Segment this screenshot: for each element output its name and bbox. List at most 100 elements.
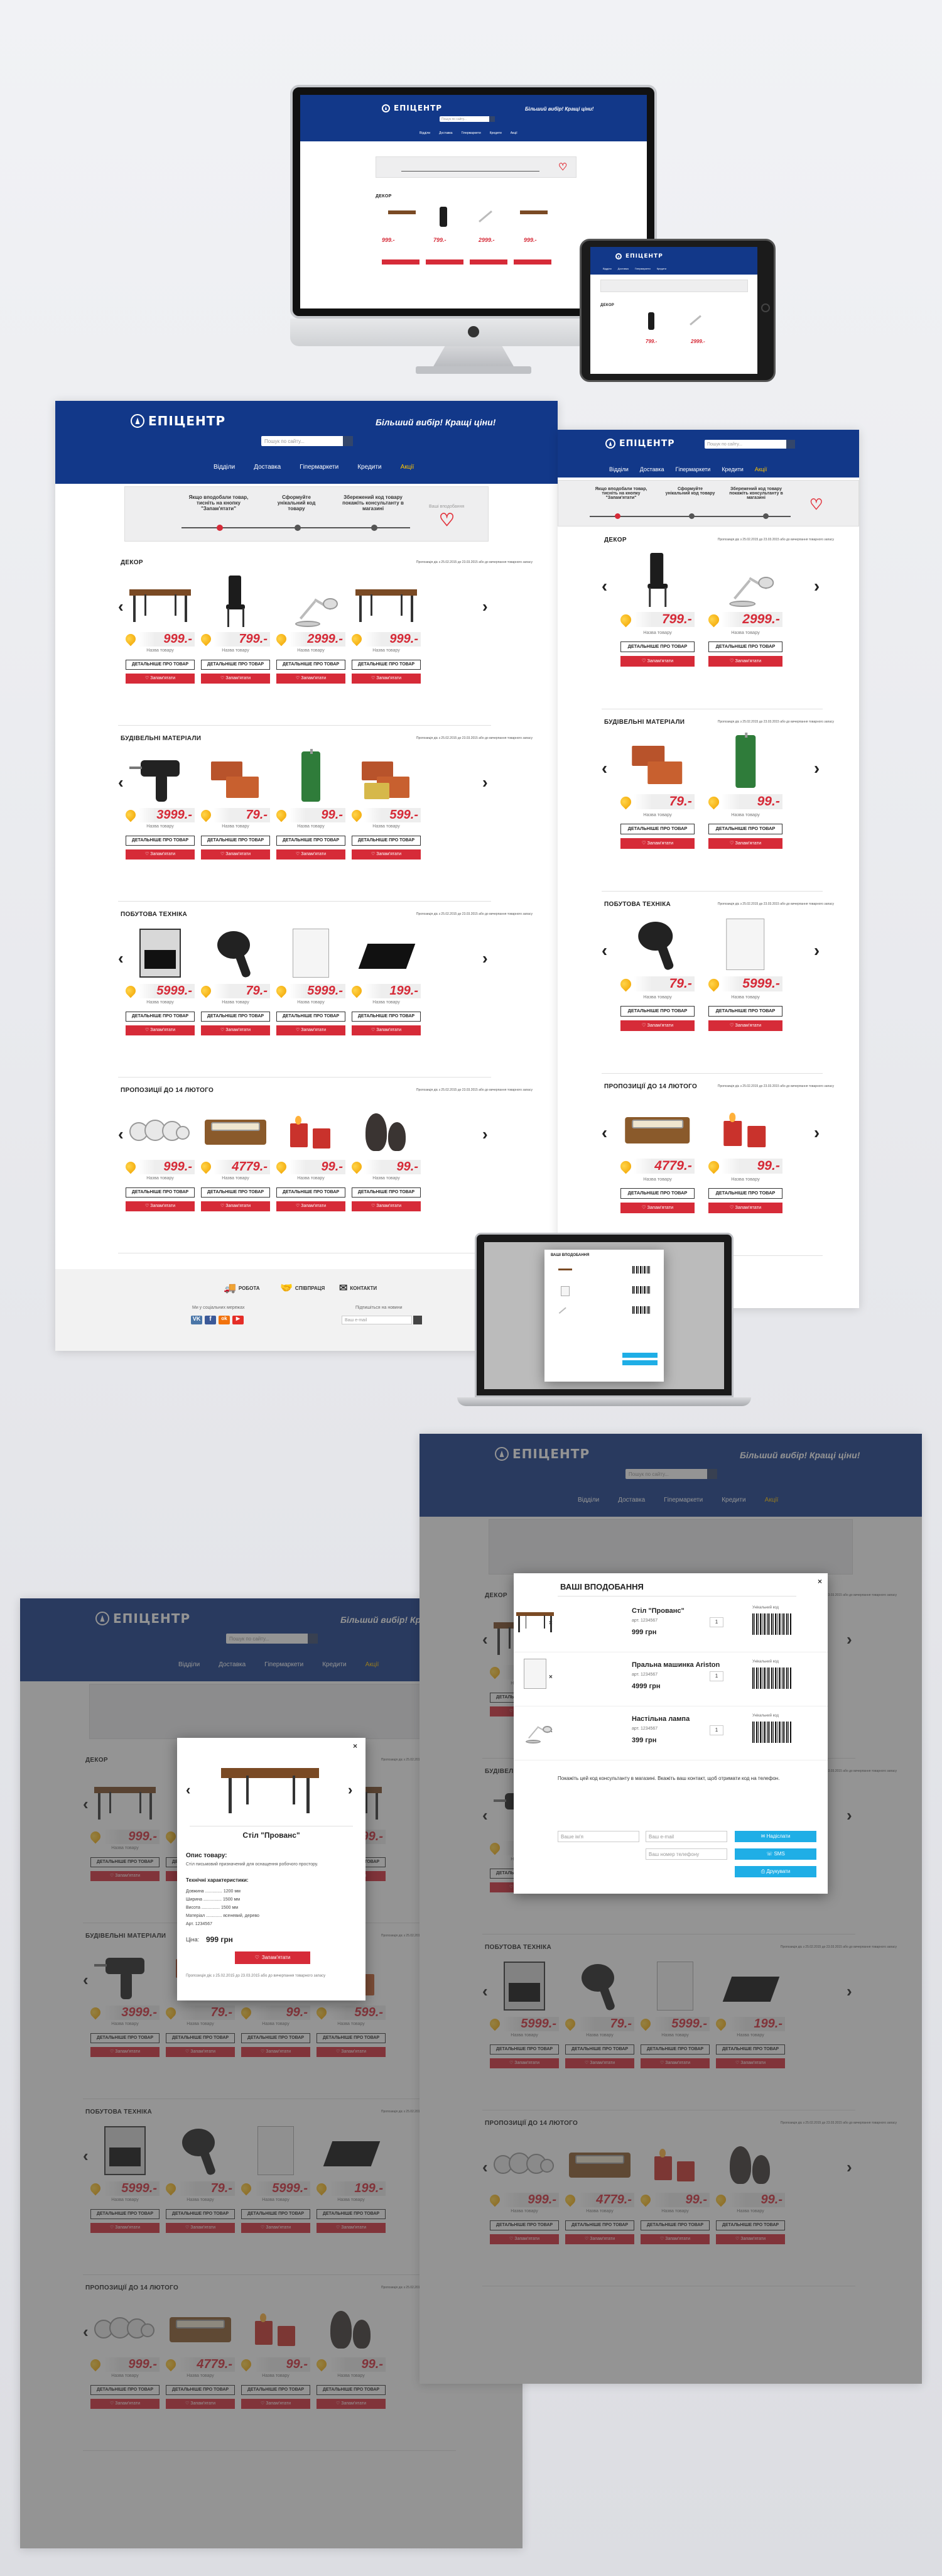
nav-hypermarkets[interactable]: Гіпермаркети xyxy=(675,466,710,472)
nav-delivery[interactable]: Доставка xyxy=(640,466,664,472)
detail-button[interactable]: ДЕТАЛЬНІШЕ ПРО ТОВАР xyxy=(352,1187,421,1198)
nav-departments[interactable]: Відділи xyxy=(609,466,629,472)
tablet-search-input[interactable]: Пошук по сайту... xyxy=(705,440,795,449)
remember-button[interactable]: ♡ Запам'ятати xyxy=(235,1951,310,1964)
carousel-next-icon[interactable]: › xyxy=(482,773,488,792)
imac-search-input[interactable]: Пошук по сайту... xyxy=(440,116,495,122)
nav-hypermarkets[interactable]: Гіпермаркети xyxy=(300,464,338,471)
detail-button[interactable]: ДЕТАЛЬНІШЕ ПРО ТОВАР xyxy=(708,641,782,652)
subscribe-input[interactable]: Ваш e-mail xyxy=(342,1316,412,1324)
detail-button[interactable]: ДЕТАЛЬНІШЕ ПРО ТОВАР xyxy=(620,641,695,652)
nav-credits[interactable]: Кредити xyxy=(490,131,502,135)
name-input[interactable]: Ваше ім'я xyxy=(558,1831,639,1842)
detail-button[interactable]: ДЕТАЛЬНІШЕ ПРО ТОВАР xyxy=(708,823,782,834)
remember-button[interactable]: ♡ Запам'ятати xyxy=(126,849,195,860)
remember-button[interactable]: ♡ Запам'ятати xyxy=(126,1025,195,1035)
desktop-logo[interactable]: ЕПІЦЕНТР xyxy=(131,413,225,428)
send-button[interactable]: ✉ Надіслати xyxy=(735,1831,816,1842)
remember-button[interactable]: ♡ Запам'ятати xyxy=(276,1201,345,1211)
wishlist-heart-icon[interactable]: ♡ xyxy=(439,510,455,530)
quantity-stepper[interactable]: 1 xyxy=(710,1725,723,1735)
remove-item-icon[interactable]: × xyxy=(549,1674,553,1681)
prev-arrow-icon[interactable]: ‹ xyxy=(186,1782,190,1798)
detail-button[interactable]: ДЕТАЛЬНІШЕ ПРО ТОВАР xyxy=(276,836,345,846)
carousel-next-icon[interactable]: › xyxy=(482,597,488,616)
detail-button[interactable]: ДЕТАЛЬНІШЕ ПРО ТОВАР xyxy=(620,1005,695,1017)
desktop-search-input[interactable]: Пошук по сайту... xyxy=(261,436,353,446)
detail-button[interactable]: ДЕТАЛЬНІШЕ ПРО ТОВАР xyxy=(201,836,270,846)
nav-credits[interactable]: Кредити xyxy=(357,464,381,471)
nav-sales[interactable]: Акції xyxy=(755,466,767,472)
detail-button[interactable]: ДЕТАЛЬНІШЕ ПРО ТОВАР xyxy=(708,1005,782,1017)
remember-button[interactable]: ♡ Запам'ятати xyxy=(276,674,345,684)
carousel-prev-icon[interactable]: ‹ xyxy=(118,773,124,792)
carousel-prev-icon[interactable]: ‹ xyxy=(118,597,124,616)
detail-button[interactable]: ДЕТАЛЬНІШЕ ПРО ТОВАР xyxy=(126,836,195,846)
remember-button[interactable]: ♡ Запам'ятати xyxy=(620,1203,695,1213)
remember-button[interactable]: ♡ Запам'ятати xyxy=(620,656,695,667)
carousel-prev-icon[interactable]: ‹ xyxy=(602,576,607,596)
detail-button[interactable]: ДЕТАЛЬНІШЕ ПРО ТОВАР xyxy=(708,1187,782,1199)
sms-button[interactable]: ☏ SMS xyxy=(735,1848,816,1860)
detail-button[interactable]: ДЕТАЛЬНІШЕ ПРО ТОВАР xyxy=(201,1012,270,1022)
detail-button[interactable]: ДЕТАЛЬНІШЕ ПРО ТОВАР xyxy=(276,1012,345,1022)
close-icon[interactable]: × xyxy=(353,1742,357,1750)
phone-input[interactable]: Ваш номер телефону xyxy=(646,1848,727,1860)
remember-button[interactable]: ♡ Запам'ятати xyxy=(708,656,782,667)
carousel-prev-icon[interactable]: ‹ xyxy=(118,949,124,968)
remember-button[interactable]: ♡ Запам'ятати xyxy=(708,1203,782,1213)
quantity-stepper[interactable]: 1 xyxy=(710,1671,723,1681)
remember-button[interactable]: ♡ Запам'ятати xyxy=(276,1025,345,1035)
detail-button[interactable]: ДЕТАЛЬНІШЕ ПРО ТОВАР xyxy=(620,1187,695,1199)
carousel-prev-icon[interactable]: ‹ xyxy=(602,1123,607,1143)
detail-button[interactable]: ДЕТАЛЬНІШЕ ПРО ТОВАР xyxy=(126,1012,195,1022)
carousel-prev-icon[interactable]: ‹ xyxy=(118,1125,124,1144)
detail-button[interactable]: ДЕТАЛЬНІШЕ ПРО ТОВАР xyxy=(126,660,195,670)
nav-delivery[interactable]: Доставка xyxy=(439,131,452,135)
carousel-next-icon[interactable]: › xyxy=(814,941,820,961)
footer-link-work[interactable]: 🚚 РОБОТА xyxy=(224,1282,260,1294)
detail-button[interactable]: ДЕТАЛЬНІШЕ ПРО ТОВАР xyxy=(126,1187,195,1198)
carousel-prev-icon[interactable]: ‹ xyxy=(602,941,607,961)
remember-button[interactable]: ♡ Запам'ятати xyxy=(201,849,270,860)
remember-button[interactable]: ♡ Запам'ятати xyxy=(352,849,421,860)
remember-button[interactable]: ♡ Запам'ятати xyxy=(620,838,695,849)
vk-icon[interactable]: VK xyxy=(191,1316,202,1324)
detail-button[interactable]: ДЕТАЛЬНІШЕ ПРО ТОВАР xyxy=(352,836,421,846)
nav-hypermarkets[interactable]: Гіпермаркети xyxy=(462,131,481,135)
nav-departments[interactable]: Відділи xyxy=(214,464,235,471)
detail-button[interactable]: ДЕТАЛЬНІШЕ ПРО ТОВАР xyxy=(352,660,421,670)
email-input[interactable]: Ваш e-mail xyxy=(646,1831,727,1842)
remember-button[interactable]: ♡ Запам'ятати xyxy=(201,674,270,684)
nav-delivery[interactable]: Доставка xyxy=(254,464,281,471)
carousel-next-icon[interactable]: › xyxy=(814,758,820,778)
search-icon[interactable] xyxy=(343,436,353,446)
detail-button[interactable]: ДЕТАЛЬНІШЕ ПРО ТОВАР xyxy=(620,823,695,834)
detail-button[interactable]: ДЕТАЛЬНІШЕ ПРО ТОВАР xyxy=(352,1012,421,1022)
remember-button[interactable]: ♡ Запам'ятати xyxy=(352,1025,421,1035)
remember-button[interactable]: ♡ Запам'ятати xyxy=(201,1025,270,1035)
remember-button[interactable]: ♡ Запам'ятати xyxy=(126,674,195,684)
footer-link-contacts[interactable]: ✉ КОНТАКТИ xyxy=(339,1282,377,1294)
subscribe-button[interactable] xyxy=(413,1316,422,1324)
carousel-next-icon[interactable]: › xyxy=(814,576,820,596)
search-icon[interactable] xyxy=(786,440,795,449)
carousel-prev-icon[interactable]: ‹ xyxy=(602,758,607,778)
facebook-icon[interactable]: f xyxy=(205,1316,216,1324)
detail-button[interactable]: ДЕТАЛЬНІШЕ ПРО ТОВАР xyxy=(201,1187,270,1198)
odnoklassniki-icon[interactable]: ok xyxy=(219,1316,230,1324)
youtube-icon[interactable]: ▶ xyxy=(232,1316,244,1324)
remember-button[interactable]: ♡ Запам'ятати xyxy=(708,1020,782,1031)
remember-button[interactable]: ♡ Запам'ятати xyxy=(352,674,421,684)
carousel-next-icon[interactable]: › xyxy=(482,949,488,968)
wishlist-heart-icon[interactable]: ♡ xyxy=(809,496,823,514)
next-arrow-icon[interactable]: › xyxy=(348,1782,352,1798)
nav-sales[interactable]: Акції xyxy=(511,131,517,135)
carousel-next-icon[interactable]: › xyxy=(482,1125,488,1144)
remember-button[interactable]: ♡ Запам'ятати xyxy=(201,1201,270,1211)
quantity-stepper[interactable]: 1 xyxy=(710,1617,723,1627)
nav-sales[interactable]: Акції xyxy=(401,464,414,471)
nav-credits[interactable]: Кредити xyxy=(722,466,743,472)
remember-button[interactable]: ♡ Запам'ятати xyxy=(276,849,345,860)
detail-button[interactable]: ДЕТАЛЬНІШЕ ПРО ТОВАР xyxy=(276,660,345,670)
